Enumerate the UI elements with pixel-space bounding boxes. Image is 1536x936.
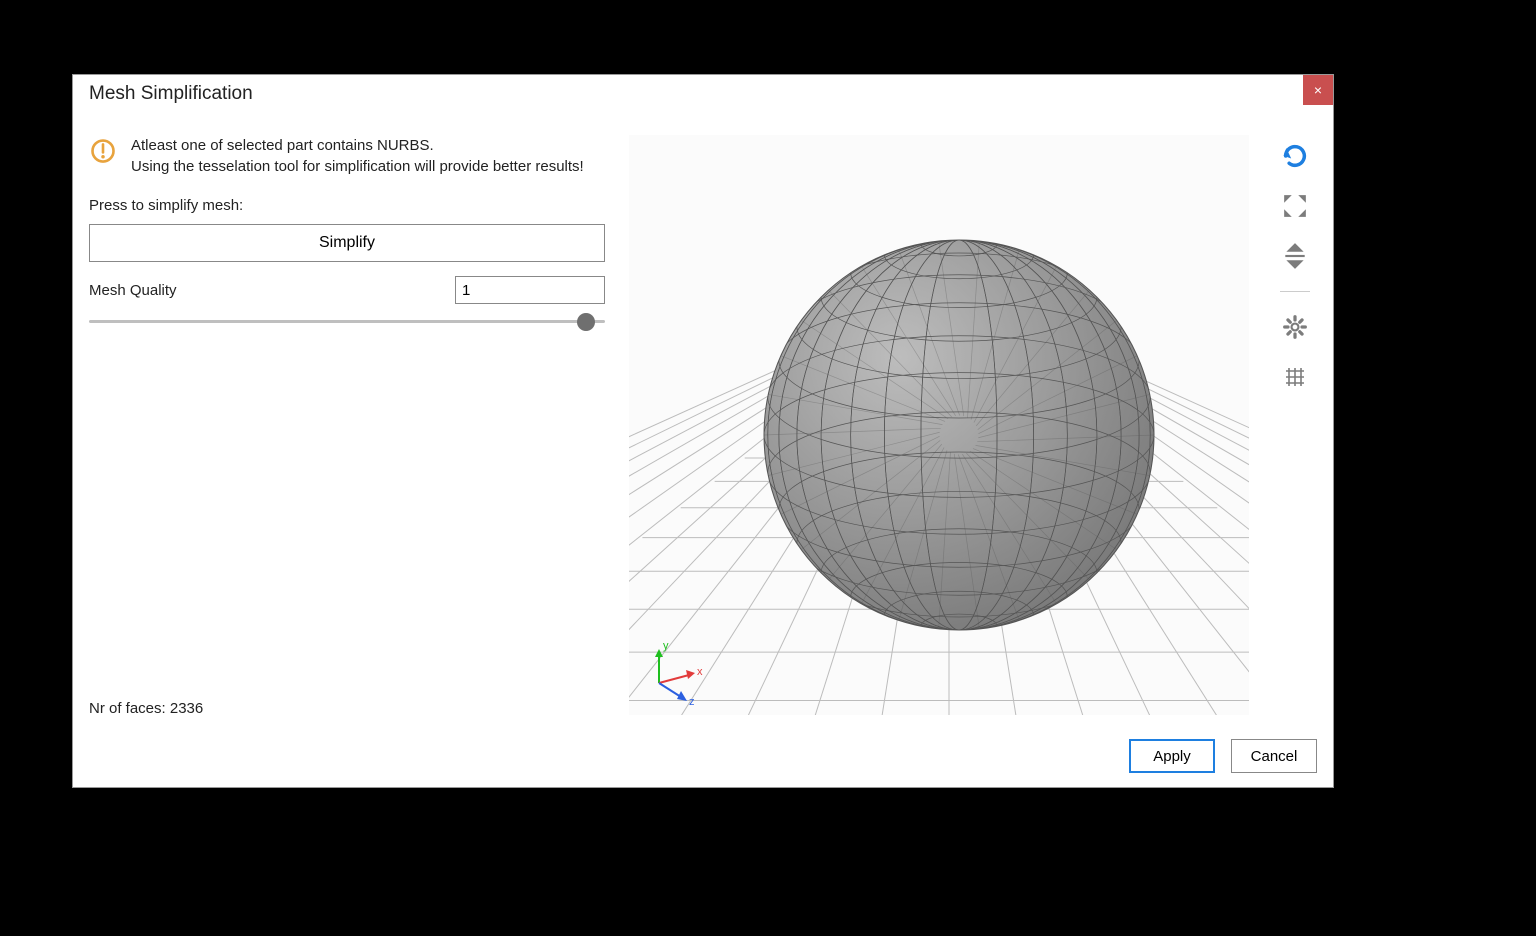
fit-view-icon[interactable] [1280, 191, 1310, 221]
svg-text:z: z [689, 696, 695, 708]
mesh-simplification-dialog: Mesh Simplification × Atleast one of sel… [72, 74, 1334, 788]
settings-panel: Atleast one of selected part contains NU… [89, 135, 605, 721]
apply-button[interactable]: Apply [1129, 739, 1215, 773]
mesh-quality-slider[interactable] [89, 310, 605, 336]
toolbar-divider [1280, 291, 1310, 292]
nurbs-warning: Atleast one of selected part contains NU… [89, 135, 605, 177]
faces-count: Nr of faces: 2336 [89, 700, 605, 721]
slider-thumb[interactable] [577, 313, 595, 331]
svg-text:y: y [663, 640, 669, 652]
warning-line-1: Atleast one of selected part contains NU… [131, 135, 584, 156]
slider-track [89, 320, 605, 323]
simplify-button[interactable]: Simplify [89, 224, 605, 262]
mesh-quality-input[interactable] [455, 276, 605, 304]
settings-icon[interactable] [1280, 312, 1310, 342]
close-button[interactable]: × [1303, 75, 1333, 105]
preview-viewport[interactable]: y x z [629, 135, 1249, 715]
press-label: Press to simplify mesh: [89, 197, 605, 214]
grid-icon[interactable] [1280, 362, 1310, 392]
warning-icon [89, 137, 117, 165]
dialog-footer: Apply Cancel [1129, 739, 1317, 773]
svg-text:x: x [697, 666, 703, 678]
close-icon: × [1314, 83, 1322, 97]
titlebar: Mesh Simplification × [73, 75, 1333, 111]
collapse-icon[interactable] [1280, 241, 1310, 271]
warning-text: Atleast one of selected part contains NU… [131, 135, 584, 177]
mesh-quality-label: Mesh Quality [89, 282, 177, 299]
dialog-title: Mesh Simplification [73, 75, 269, 105]
reload-icon[interactable] [1280, 141, 1310, 171]
cancel-button[interactable]: Cancel [1231, 739, 1317, 773]
viewport-toolbar [1273, 135, 1317, 721]
warning-line-2: Using the tesselation tool for simplific… [131, 156, 584, 177]
